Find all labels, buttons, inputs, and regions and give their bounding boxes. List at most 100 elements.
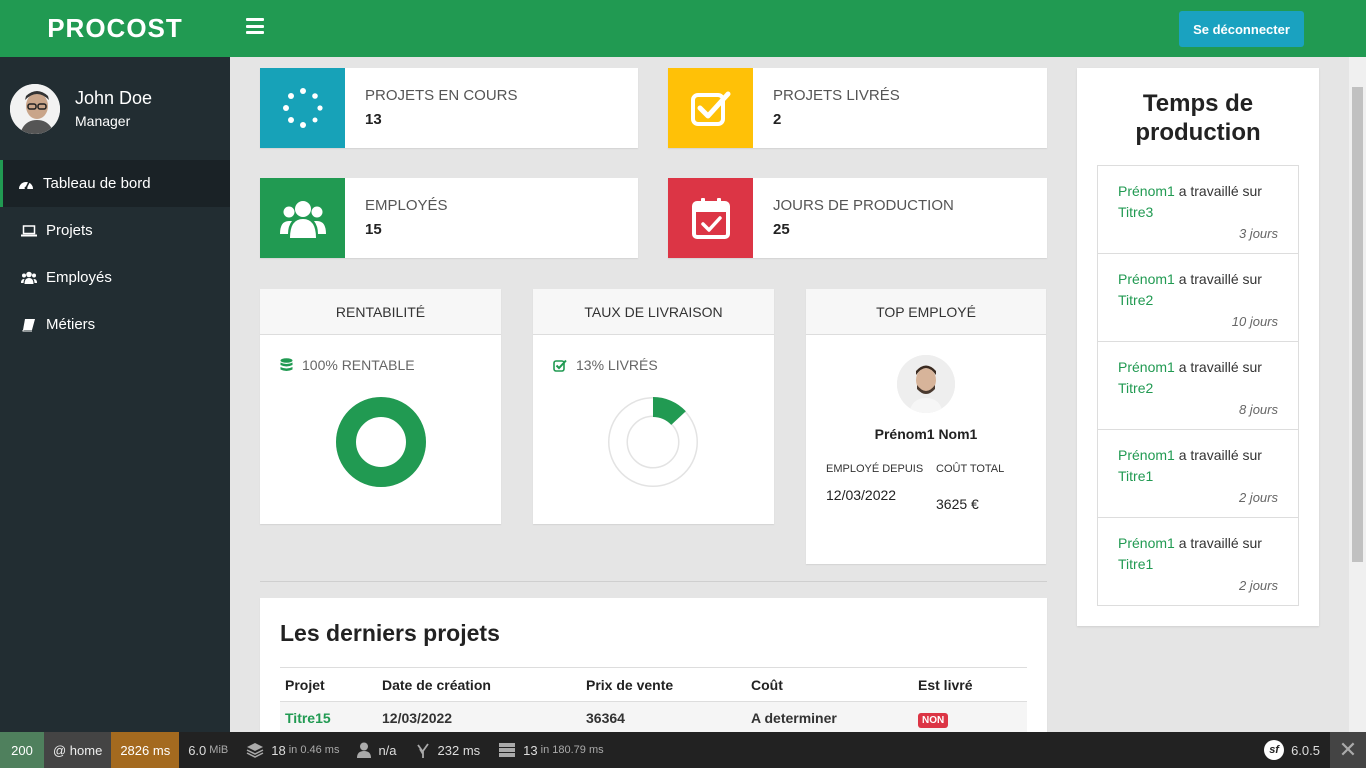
table-row: Titre15 12/03/2022 36364 A determiner NO… bbox=[280, 701, 1027, 734]
info-box-projects-delivered: PROJETS LIVRÉS 2 bbox=[668, 68, 1047, 148]
table-header: Projet Date de création Prix de vente Co… bbox=[280, 668, 1027, 701]
employee-link[interactable]: Prénom1 bbox=[1118, 271, 1175, 287]
server-icon bbox=[498, 742, 516, 758]
days-count: 3 jours bbox=[1238, 226, 1278, 241]
info-value: 13 bbox=[365, 111, 382, 128]
sidebar-item-label: Projets bbox=[46, 222, 93, 239]
project-link[interactable]: Titre3 bbox=[1118, 204, 1153, 220]
twig-icon bbox=[415, 742, 431, 758]
delivery-stat: 13% LIVRÉS bbox=[576, 357, 658, 373]
project-created: 12/03/2022 bbox=[382, 710, 453, 726]
calendar-check-icon bbox=[668, 178, 753, 258]
top-navbar: Se déconnecter bbox=[230, 0, 1366, 57]
project-cost: A determiner bbox=[751, 710, 837, 726]
sidebar: PROCOST John Doe Manager Tableau de bord bbox=[0, 0, 230, 732]
book-icon bbox=[21, 317, 37, 333]
project-price: 36364 bbox=[586, 710, 625, 726]
debug-cache[interactable]: 18 in 0.46 ms bbox=[237, 732, 348, 768]
panel-title: TAUX DE LIVRAISON bbox=[533, 289, 774, 335]
profitability-panel: RENTABILITÉ 100% RENTABLE bbox=[260, 289, 501, 524]
production-time-list: Prénom1 a travaillé sur Titre3 3 jours P… bbox=[1097, 165, 1299, 606]
scrollbar-thumb[interactable] bbox=[1352, 87, 1363, 562]
layers-icon bbox=[246, 742, 264, 758]
sidebar-item-label: Employés bbox=[46, 269, 112, 286]
project-link[interactable]: Titre1 bbox=[1118, 556, 1153, 572]
debug-symfony-version[interactable]: sf 6.0.5 bbox=[1264, 732, 1320, 768]
debug-toolbar: 200 @ home 2826 ms 6.0 MiB 18 in 0.46 ms… bbox=[0, 732, 1366, 768]
page-scrollbar[interactable] bbox=[1349, 57, 1366, 732]
profitability-donut-chart bbox=[336, 397, 426, 487]
debug-twig[interactable]: 232 ms bbox=[406, 732, 490, 768]
debug-status-code[interactable]: 200 bbox=[0, 732, 44, 768]
laptop-icon bbox=[21, 223, 37, 239]
employee-name: Prénom1 Nom1 bbox=[874, 426, 978, 442]
worked-on-text: a travaillé sur bbox=[1178, 359, 1262, 375]
employee-link[interactable]: Prénom1 bbox=[1118, 183, 1175, 199]
debug-memory[interactable]: 6.0 MiB bbox=[179, 732, 237, 768]
users-icon bbox=[21, 270, 37, 286]
column-header[interactable]: Est livré bbox=[918, 677, 1027, 693]
info-value: 25 bbox=[773, 221, 790, 238]
info-box-projects-in-progress: PROJETS EN COURS 13 bbox=[260, 68, 638, 148]
list-item: Prénom1 a travaillé sur Titre2 10 jours bbox=[1098, 254, 1298, 342]
info-box-employees: EMPLOYÉS 15 bbox=[260, 178, 638, 258]
info-label: EMPLOYÉS bbox=[365, 197, 448, 214]
twig-time: 232 ms bbox=[437, 742, 481, 758]
worked-on-text: a travaillé sur bbox=[1178, 183, 1262, 199]
debug-route[interactable]: @ home bbox=[44, 732, 112, 768]
project-link[interactable]: Titre2 bbox=[1118, 380, 1153, 396]
employee-since-label: EMPLOYÉ DEPUIS bbox=[826, 463, 924, 475]
latest-projects-title: Les derniers projets bbox=[280, 620, 500, 646]
top-employee-panel: TOP EMPLOYÉ Prénom1 Nom1 EMPLOYÉ DEPUIS … bbox=[806, 289, 1046, 564]
delivery-rate-panel: TAUX DE LIVRAISON 13% LIVRÉS bbox=[533, 289, 774, 524]
user-role: Manager bbox=[75, 113, 131, 129]
worked-on-text: a travaillé sur bbox=[1178, 447, 1262, 463]
delivery-donut-chart bbox=[608, 397, 698, 487]
sidebar-item-employees[interactable]: Employés bbox=[0, 254, 230, 301]
sidebar-item-dashboard[interactable]: Tableau de bord bbox=[0, 160, 230, 207]
project-link[interactable]: Titre15 bbox=[280, 710, 382, 726]
debug-database[interactable]: 13 in 180.79 ms bbox=[489, 732, 612, 768]
panel-title: RENTABILITÉ bbox=[260, 289, 501, 335]
user-avatar bbox=[10, 83, 60, 134]
employee-avatar bbox=[897, 355, 955, 413]
dashboard-icon bbox=[18, 176, 34, 192]
sidebar-item-projects[interactable]: Projets bbox=[0, 207, 230, 254]
logout-button[interactable]: Se déconnecter bbox=[1179, 11, 1304, 47]
list-item: Prénom1 a travaillé sur Titre2 8 jours bbox=[1098, 342, 1298, 430]
column-header[interactable]: Prix de vente bbox=[586, 677, 751, 693]
symfony-logo-icon: sf bbox=[1264, 740, 1285, 760]
column-header[interactable]: Projet bbox=[280, 677, 382, 693]
list-item: Prénom1 a travaillé sur Titre3 3 jours bbox=[1098, 166, 1298, 254]
employee-link[interactable]: Prénom1 bbox=[1118, 447, 1175, 463]
user-panel: John Doe Manager bbox=[0, 57, 230, 160]
debug-user[interactable]: n/a bbox=[348, 732, 405, 768]
list-item: Prénom1 a travaillé sur Titre1 2 jours bbox=[1098, 518, 1298, 605]
section-divider bbox=[260, 581, 1047, 582]
hamburger-menu-icon[interactable] bbox=[246, 18, 264, 34]
project-link[interactable]: Titre1 bbox=[1118, 468, 1153, 484]
employee-link[interactable]: Prénom1 bbox=[1118, 535, 1175, 551]
cache-count: 18 bbox=[271, 742, 286, 758]
worked-on-text: a travaillé sur bbox=[1178, 271, 1262, 287]
db-count: 13 bbox=[523, 742, 538, 758]
column-header[interactable]: Date de création bbox=[382, 677, 586, 693]
production-time-panel: Temps de production Prénom1 a travaillé … bbox=[1077, 68, 1319, 626]
sidebar-item-jobs[interactable]: Métiers bbox=[0, 301, 230, 348]
database-icon bbox=[280, 358, 293, 372]
info-label: PROJETS EN COURS bbox=[365, 87, 518, 104]
production-time-title: Temps de production bbox=[1135, 90, 1261, 146]
employee-link[interactable]: Prénom1 bbox=[1118, 359, 1175, 375]
days-count: 2 jours bbox=[1238, 490, 1278, 505]
memory-value: 6.0 bbox=[188, 742, 207, 758]
close-icon[interactable]: ✕ bbox=[1330, 732, 1366, 768]
debug-time[interactable]: 2826 ms bbox=[111, 732, 180, 768]
column-header[interactable]: Coût bbox=[751, 677, 918, 693]
brand-logo[interactable]: PROCOST bbox=[0, 0, 230, 57]
project-link[interactable]: Titre2 bbox=[1118, 292, 1153, 308]
employee-cost-label: COÛT TOTAL bbox=[936, 463, 1005, 475]
projects-table: Projet Date de création Prix de vente Co… bbox=[280, 667, 1027, 734]
profitability-stat: 100% RENTABLE bbox=[302, 357, 415, 373]
employee-since-value: 12/03/2022 bbox=[826, 487, 897, 503]
person-icon bbox=[357, 742, 372, 758]
